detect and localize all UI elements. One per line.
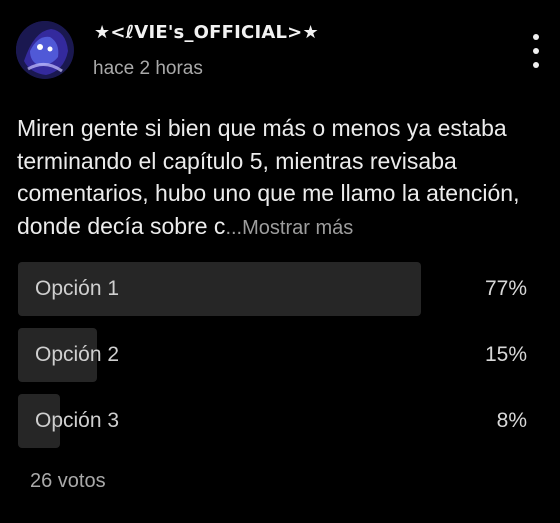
option-percent: 15%: [484, 343, 527, 366]
show-more-link[interactable]: ...Mostrar más: [225, 217, 353, 239]
post-timestamp: hace 2 horas: [93, 58, 203, 79]
option-percent: 8%: [496, 409, 527, 432]
option-label: Opción 3: [35, 409, 120, 432]
poll: Opción 1 77% Opción 2 15% Opción 3 8%: [17, 262, 533, 460]
option-label: Opción 2: [35, 343, 120, 366]
username[interactable]: ★<ℓVIE's_OFFICIAL>★: [94, 22, 319, 43]
post-body: Miren gente si bien que más o menos ya e…: [17, 112, 547, 244]
poll-option-2[interactable]: Opción 2 15%: [17, 328, 533, 382]
menu-dot: [533, 34, 539, 40]
menu-dot: [533, 48, 539, 54]
avatar[interactable]: [16, 21, 74, 79]
option-label: Opción 1: [35, 277, 120, 300]
more-vertical-icon[interactable]: [524, 34, 548, 68]
option-percent: 77%: [484, 277, 527, 300]
poll-option-3[interactable]: Opción 3 8%: [17, 394, 533, 448]
menu-dot: [533, 62, 539, 68]
poll-option-1[interactable]: Opción 1 77%: [17, 262, 533, 316]
vote-count: 26 votos: [30, 470, 106, 492]
